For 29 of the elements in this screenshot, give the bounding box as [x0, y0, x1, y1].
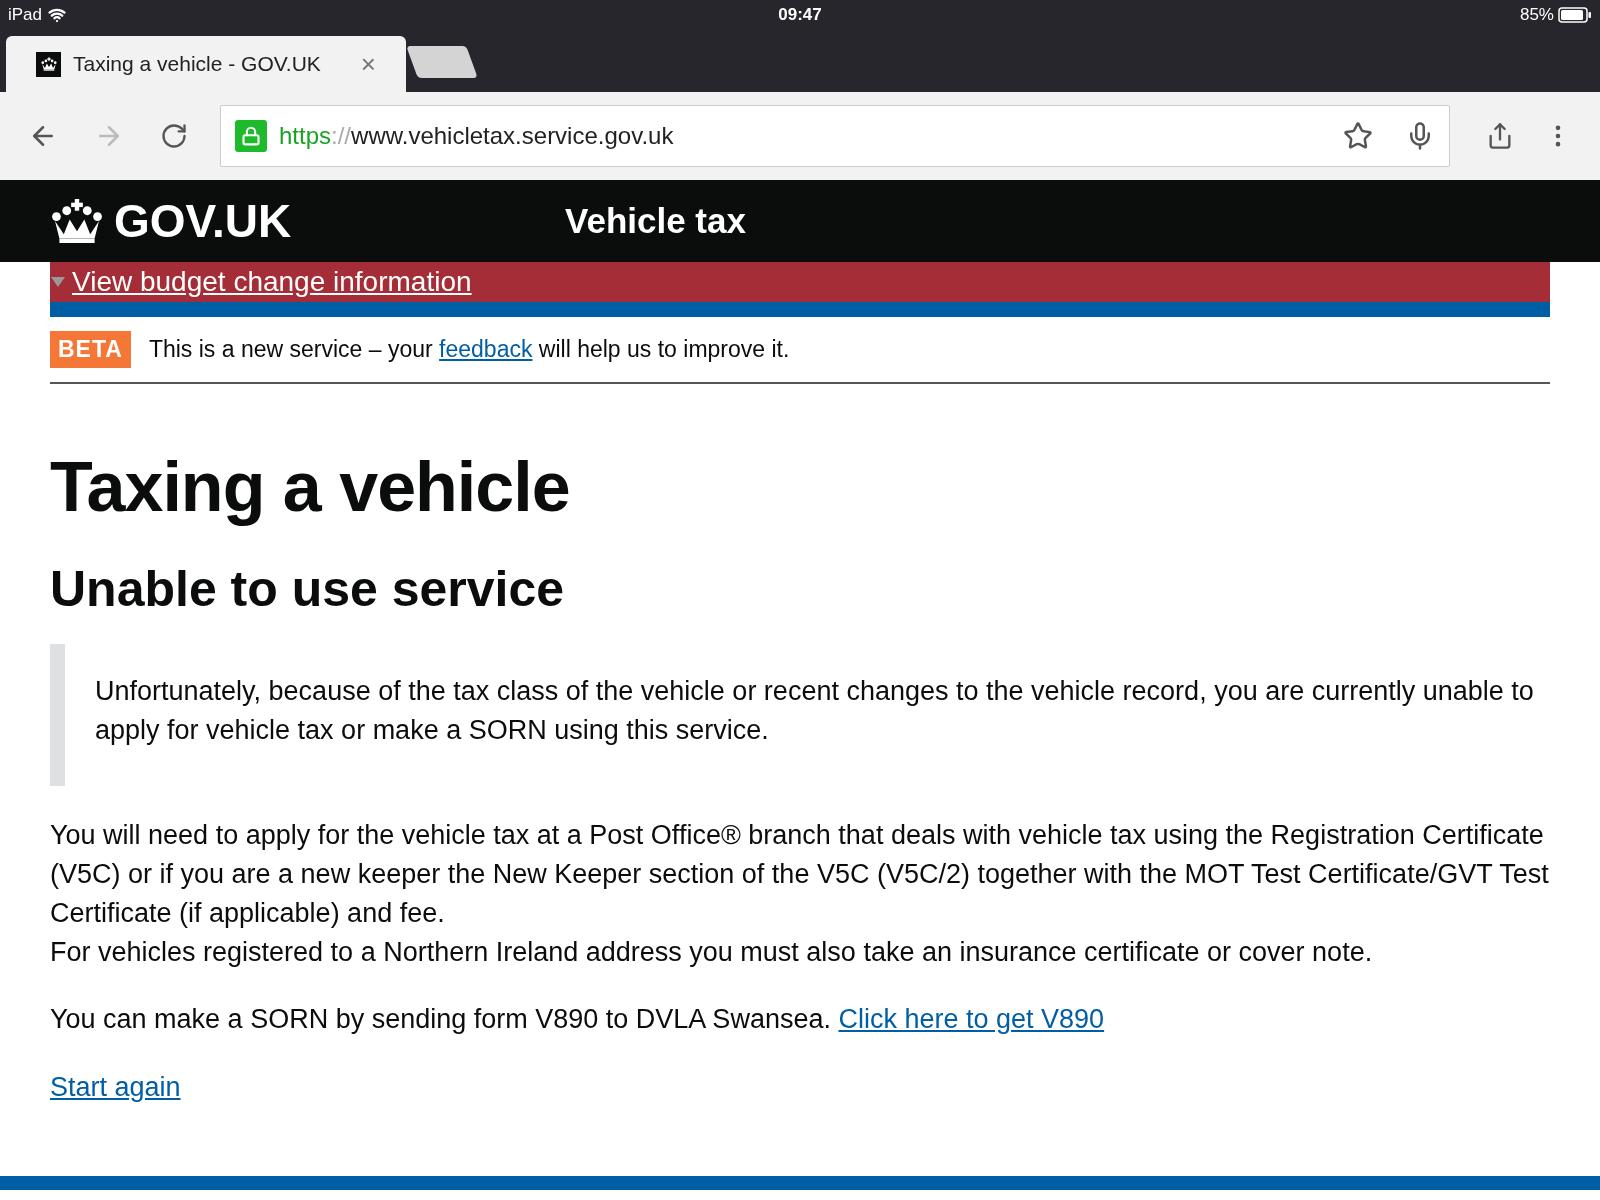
page-subtitle: Unable to use service — [50, 564, 566, 614]
budget-change-link[interactable]: View budget change information — [72, 261, 472, 303]
beta-tag: BETA — [50, 331, 131, 368]
service-name[interactable]: Vehicle tax — [565, 194, 746, 248]
battery-icon — [1558, 7, 1592, 23]
bookmark-star-icon[interactable] — [1343, 121, 1373, 151]
tab-title: Taxing a vehicle - GOV.UK — [73, 51, 322, 78]
clock: 09:47 — [778, 4, 822, 27]
sorn-paragraph: You can make a SORN by sending form V890 to DVLA Swansea. Click here to get V890 — [50, 1003, 1106, 1036]
favicon-icon — [36, 51, 61, 77]
body-paragraph: For vehicles registered to a Northern Ireland address you must also take an insurance certificate or cover note. — [50, 936, 1374, 969]
start-again-link[interactable]: Start again — [50, 1067, 181, 1108]
device-name: iPad — [8, 4, 43, 27]
govuk-logo-text[interactable]: GOV.UK — [114, 186, 292, 256]
reload-icon[interactable] — [160, 122, 188, 150]
battery-percent: 85% — [1519, 4, 1554, 27]
beta-banner-text: This is a new service – your feedback will help us to improve it. — [148, 335, 790, 365]
feedback-link[interactable]: feedback — [439, 336, 533, 363]
browser-tab[interactable]: Taxing a vehicle - GOV.UK × — [6, 36, 406, 92]
wifi-icon — [48, 6, 67, 24]
crown-logo-icon — [50, 199, 104, 243]
address-bar[interactable]: https://www.vehicletax.service.gov.uk — [220, 105, 1450, 167]
inset-text: Unfortunately, because of the tax class of the vehicle or recent changes to the vehicle record, you are currently unable to apply for vehicle tax or make a SORN using this service. — [95, 675, 1535, 747]
disclosure-triangle-icon — [51, 277, 65, 287]
get-v890-link[interactable]: Click here to get V890 — [838, 1004, 1105, 1034]
body-paragraph: You will need to apply for the vehicle tax at a Post Office® branch that deals with vehicle tax using the Registration Certificate (V5C) or if you are a new keeper the New Keeper section of the V5C (V5C/2) together with the MOT Test Certificate/GVT Test Certificate (if applicable) and fee. — [50, 819, 1550, 930]
close-tab-button[interactable]: × — [360, 51, 376, 77]
new-tab-button[interactable] — [406, 46, 478, 78]
url-text: https://www.vehicletax.service.gov.uk — [279, 121, 675, 151]
